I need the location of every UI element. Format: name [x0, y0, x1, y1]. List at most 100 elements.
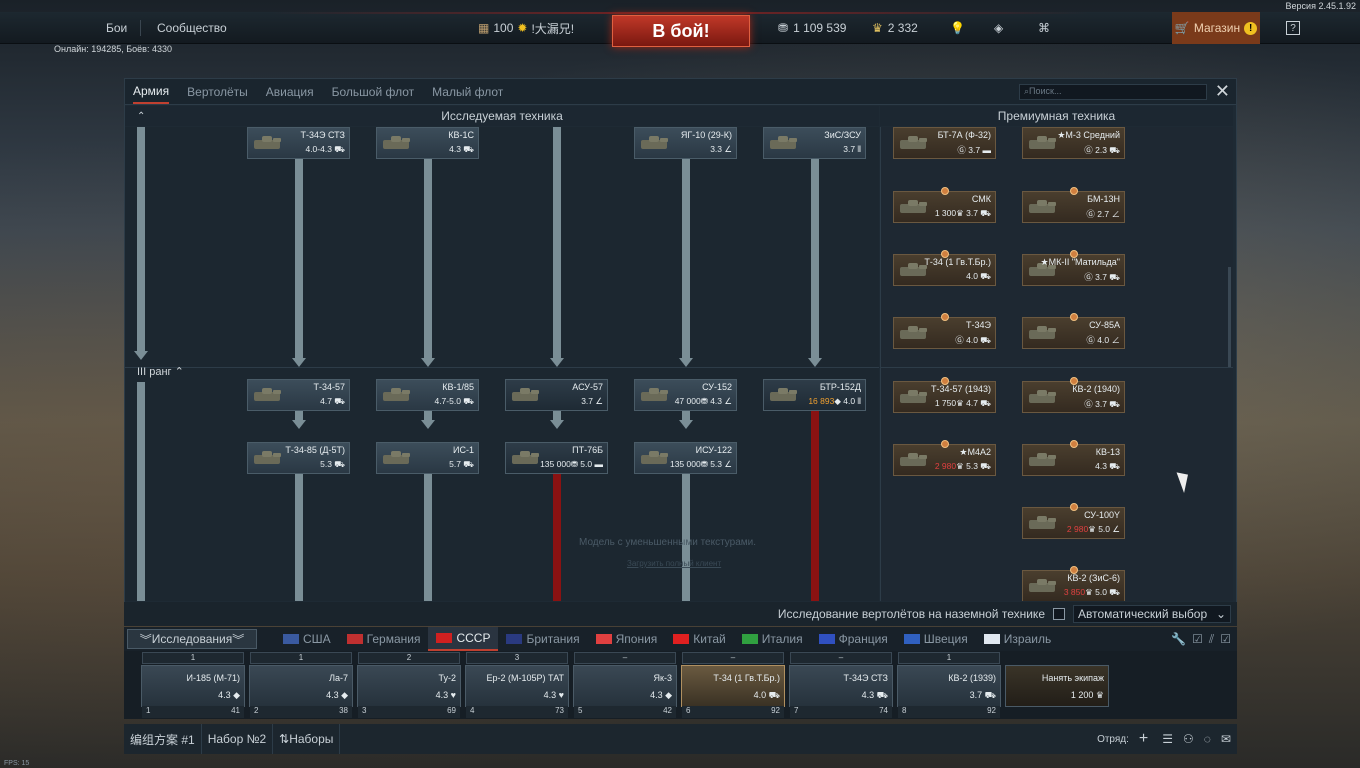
wrench-icon[interactable]: 🔧 [1168, 632, 1189, 646]
silver-amount: 1 109 539 [793, 21, 847, 35]
vehicle-card[interactable]: Т-34-57 4.7 ⛟ [247, 379, 350, 411]
ussr-flag-icon [436, 633, 453, 643]
premium-card[interactable]: ★M4A2 2 980♛ 5.3 ⛟ [893, 440, 996, 476]
nation-tab-sweden[interactable]: Швеция [896, 627, 976, 651]
online-stats: Онлайн: 194285, Боёв: 4330 [54, 44, 172, 54]
tank-icon [898, 198, 932, 216]
vehicle-card[interactable]: ИСУ-122 135 000⛃ 5.3 ∠ [634, 442, 737, 474]
premium-card[interactable]: Т-34 (1 Гв.Т.Бр.) 4.0 ⛟ [893, 250, 996, 286]
to-battle-button[interactable]: В бой! [612, 15, 750, 47]
premium-card[interactable]: ★М-3 Средний Ⓖ 2.3 ⛟ [1022, 127, 1125, 159]
tab-coastal-fleet[interactable]: Малый флот [432, 85, 503, 99]
fps-counter: FPS: 15 [4, 760, 30, 767]
vehicle-card[interactable]: ЗиС/ЗСУ 3.7 ⫴ [763, 127, 866, 159]
research-header-label: Исследуемая техника [441, 109, 563, 123]
collapse-icon[interactable]: ⌃ [137, 111, 145, 122]
golden-eagles[interactable]: ♛ 2 332 [872, 12, 918, 44]
premium-card[interactable]: СУ-85А Ⓖ 4.0 ∠ [1022, 313, 1125, 349]
tab-army[interactable]: Армия [133, 80, 170, 104]
germany-flag-icon [346, 634, 363, 644]
nation-tab-france[interactable]: Франция [811, 627, 896, 651]
level-star-icon: ✹ [517, 21, 528, 35]
vehicle-card[interactable]: БТР-152Д 16 893◆ 4.0 ⫴ [763, 379, 866, 411]
premium-card[interactable]: СУ-100Y 2 980♛ 5.0 ∠ [1022, 503, 1125, 539]
community-menu[interactable]: Сообщество [157, 12, 227, 44]
premium-card[interactable]: ★МК-II "Матильда" Ⓖ 3.7 ⛟ [1022, 250, 1125, 286]
china-flag-icon [673, 634, 690, 644]
premium-card[interactable]: СМК 1 300♛ 3.7 ⛟ [893, 187, 996, 223]
diamond-icon[interactable]: ◈ [994, 12, 1003, 44]
crew-slot[interactable]: – Як-3 4.3 ◆ 5 42 [573, 652, 677, 718]
nation-tab-ussr[interactable]: СССР [428, 627, 499, 651]
help-button[interactable]: ? [1286, 21, 1300, 35]
crew-slot-selected[interactable]: – Т-34 (1 Гв.Т.Бр.) 4.0 ⛟ 6 92 [681, 652, 785, 718]
lightbulb-icon[interactable]: 💡 [950, 12, 965, 44]
vehicle-card[interactable]: ПТ-76Б 135 000⛃ 5.0 ▬ [505, 442, 608, 474]
vehicle-card[interactable]: КВ-1/85 4.7-5.0 ⛟ [376, 379, 479, 411]
tank-icon [381, 449, 415, 467]
shop-button[interactable]: 🛒 Магазин! [1172, 12, 1260, 44]
research-button[interactable]: ︾ Исследования ︾ [127, 629, 257, 649]
nation-tab-china[interactable]: Китай [665, 627, 733, 651]
checkmark-icon[interactable]: ☑ [1217, 632, 1237, 646]
nation-tab-japan[interactable]: Япония [588, 627, 666, 651]
auto-select-dropdown[interactable]: Автоматический выбор ⌄ [1073, 605, 1231, 623]
premium-card[interactable]: Т-34-57 (1943) 1 750♛ 4.7 ⛟ [893, 377, 996, 413]
presets-button[interactable]: ⇅ Наборы [273, 724, 341, 754]
download-full-client-link[interactable]: Загрузить полный клиент [627, 559, 721, 568]
vehicle-card[interactable]: ЯГ-10 (29-К) 3.3 ∠ [634, 127, 737, 159]
vehicle-card[interactable]: АСУ-57 3.7 ∠ [505, 379, 608, 411]
crew-slot[interactable]: 1 И-185 (М-71) 4.3 ◆ 1 41 [141, 652, 245, 718]
tab-bluewater-fleet[interactable]: Большой флот [332, 85, 415, 99]
nation-tab-germany[interactable]: Германия [339, 627, 429, 651]
vehicle-card[interactable]: ИС-1 5.7 ⛟ [376, 442, 479, 474]
tab-helicopters[interactable]: Вертолёты [187, 85, 248, 99]
premium-card[interactable]: КВ-2 (ЗиС-6) 3 850♛ 5.0 ⛟ [1022, 566, 1125, 601]
battles-menu[interactable]: Бои [106, 12, 127, 44]
scrollbar[interactable] [1228, 267, 1231, 367]
chevron-double-icon: ︾ [139, 632, 152, 647]
heli-research-checkbox[interactable] [1053, 608, 1065, 620]
nation-tab-italy[interactable]: Италия [734, 627, 811, 651]
ticket-icon[interactable]: ⌘ [1038, 12, 1050, 44]
crew-slot[interactable]: – Т-34Э СТЗ 4.3 ⛟ 7 74 [789, 652, 893, 718]
cart-icon: 🛒 [1174, 21, 1190, 35]
nation-tab-israel[interactable]: Израиль [976, 627, 1059, 651]
search-input[interactable]: ⌕Поиск... [1019, 84, 1207, 100]
crew-slot[interactable]: 1 Ла-7 4.3 ◆ 2 38 [249, 652, 353, 718]
preset-2[interactable]: Набор №2 [202, 724, 274, 754]
friends-icon[interactable]: ⚇ [1183, 732, 1194, 746]
tank-icon [1027, 388, 1061, 406]
mail-icon[interactable]: ✉ [1221, 732, 1231, 746]
premium-card[interactable]: КВ-2 (1940) Ⓖ 3.7 ⛟ [1022, 377, 1125, 413]
silver-lions[interactable]: ⛃ 1 109 539 [778, 12, 846, 44]
crew-slot[interactable]: 2 Ту-2 4.3 ♥ 3 69 [357, 652, 461, 718]
close-icon[interactable]: ✕ [1215, 82, 1230, 100]
add-squad-icon[interactable]: + [1139, 730, 1148, 748]
profile[interactable]: ▦ 100 ✹ !大漏兄! [478, 12, 574, 44]
vehicle-card[interactable]: Т-34-85 (Д-5Т) 5.3 ⛟ [247, 442, 350, 474]
vehicle-card[interactable]: СУ-152 47 000⛃ 4.3 ∠ [634, 379, 737, 411]
vehicle-card[interactable]: Т-34Э СТЗ 4.0-4.3 ⛟ [247, 127, 350, 159]
crew-slot[interactable]: 1 КВ-2 (1939) 3.7 ⛟ 8 92 [897, 652, 1001, 718]
vehicle-card[interactable]: КВ-1С 4.3 ⛟ [376, 127, 479, 159]
hire-crew-slot[interactable]: Нанять экипаж 1 200 ♛ [1005, 665, 1109, 707]
checkmark-icon[interactable]: ☑ [1189, 632, 1206, 646]
premium-card[interactable]: БМ-13Н Ⓖ 2.7 ∠ [1022, 187, 1125, 223]
premium-card[interactable]: Т-34Э Ⓖ 4.0 ⛟ [893, 313, 996, 349]
premium-card[interactable]: КВ-13 4.3 ⛟ [1022, 440, 1125, 476]
options-bar: Исследование вертолётов на наземной техн… [124, 602, 1237, 626]
france-flag-icon [818, 634, 835, 644]
nation-tab-usa[interactable]: США [275, 627, 339, 651]
tank-icon [252, 134, 286, 152]
crew-slot[interactable]: 3 Ер-2 (М-105Р) ТАТ 4.3 ♥ 4 73 [465, 652, 569, 718]
list-icon[interactable]: ☰ [1162, 732, 1173, 746]
preset-1[interactable]: 编组方案 #1 [124, 724, 202, 754]
tab-aviation[interactable]: Авиация [266, 85, 314, 99]
search-placeholder: Поиск... [1029, 86, 1062, 96]
menu-icon[interactable] [60, 12, 76, 44]
nation-tab-britain[interactable]: Британия [498, 627, 587, 651]
premium-card[interactable]: БТ-7А (Ф-32) Ⓖ 3.7 ▬ [893, 127, 996, 159]
repair-all-icon[interactable]: ⫽ [1206, 632, 1217, 647]
chat-icon[interactable]: ◌ [1204, 732, 1211, 746]
